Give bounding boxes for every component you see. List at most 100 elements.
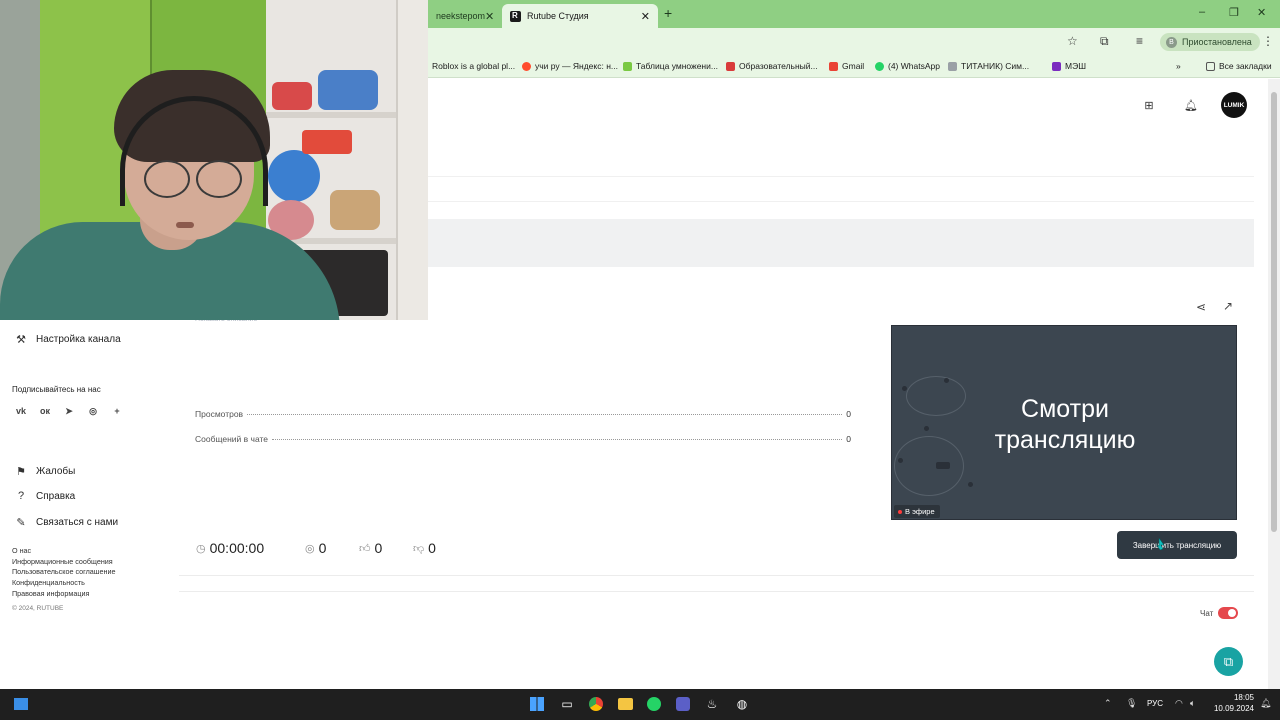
browser-menu-icon[interactable]: ⋮ <box>1262 34 1274 48</box>
microphone-icon[interactable]: 🎙︎ <box>1126 698 1137 709</box>
shelf-board <box>266 112 416 118</box>
system-clock[interactable]: 18:05 10.09.2024 <box>1210 692 1254 714</box>
restore-button[interactable]: ❐ <box>1229 6 1239 19</box>
chat-card <box>179 591 1254 689</box>
file-explorer-icon[interactable] <box>617 696 633 712</box>
all-bookmarks-button[interactable]: Все закладки <box>1206 61 1272 71</box>
stat-label: Сообщений в чате <box>195 434 269 444</box>
wifi-icon[interactable]: ◠ <box>1175 698 1183 709</box>
sidebar-item-label: Жалобы <box>36 466 76 477</box>
profile-chip[interactable]: В Приостановлена <box>1160 33 1260 51</box>
bookmark-education[interactable]: Образовательный... <box>726 61 818 71</box>
media-controls-icon[interactable]: ≡ <box>1136 34 1143 48</box>
new-tab-button[interactable]: + <box>664 5 672 21</box>
scrollbar-thumb[interactable] <box>1271 92 1277 532</box>
obs-icon[interactable]: ◍ <box>734 696 750 712</box>
stream-dislikes: 👎︎ 0 <box>413 540 436 556</box>
dotted-leader <box>272 439 843 440</box>
sidebar-item-complaints[interactable]: ⚑ Жалобы <box>12 465 75 478</box>
toy-box <box>302 130 352 154</box>
edit-icon: ✎ <box>16 517 26 529</box>
end-stream-button[interactable]: Завершить трансляцию <box>1117 531 1237 559</box>
copyright: © 2024, RUTUBE <box>12 605 64 612</box>
tab-label: Rutube Студия <box>527 11 589 21</box>
whatsapp-icon <box>875 61 884 71</box>
input-language[interactable]: РУС <box>1147 699 1163 708</box>
bookmark-star-icon[interactable]: ☆ <box>1067 34 1078 48</box>
teams-icon[interactable] <box>675 696 691 712</box>
decor-dot <box>902 386 907 391</box>
upload-icon[interactable]: ⊞ <box>1139 95 1159 115</box>
folder-icon <box>1206 61 1215 71</box>
footer-link-info[interactable]: Информационные сообщения <box>12 557 113 566</box>
decor-dot <box>944 378 949 383</box>
support-chat-button[interactable]: ⧉ <box>1214 647 1243 676</box>
bookmark-titanic[interactable]: ТИТАНИК) Сим... <box>948 61 1029 71</box>
notifications-icon[interactable]: 🔔︎ <box>1260 698 1271 709</box>
chrome-icon[interactable] <box>588 696 604 712</box>
tab-rutube-studio[interactable]: Rutube Студия ✕ <box>502 4 658 28</box>
stat-chat-messages: Сообщений в чате 0 <box>195 434 851 444</box>
profile-status: Приостановлена <box>1182 37 1252 47</box>
close-tab-icon[interactable]: ✕ <box>641 10 650 23</box>
sidebar-item-help[interactable]: ? Справка <box>12 490 75 502</box>
stat-value: 0 <box>846 409 851 419</box>
footer-link-about[interactable]: О нас <box>12 546 31 555</box>
widgets-icon[interactable] <box>13 696 29 712</box>
toy-robot <box>318 70 378 110</box>
viber-icon[interactable]: ◎ <box>86 406 100 418</box>
thumbs-down-icon: 👎︎ <box>413 542 425 555</box>
chat-toggle[interactable] <box>1218 607 1238 619</box>
stream-likes: 👍︎ 0 <box>359 540 383 556</box>
telegram-icon[interactable]: ➤ <box>62 406 76 418</box>
tab-neekstepom[interactable]: neekstepom ✕ <box>428 4 500 28</box>
whatsapp-icon[interactable] <box>646 696 662 712</box>
viewer-icon: ◎ <box>305 542 315 555</box>
bookmark-uchi[interactable]: учи ру — Яндекс: н... <box>522 61 618 71</box>
odnoklassniki-icon[interactable]: ок <box>38 406 52 418</box>
sidebar-item-label: Справка <box>36 490 76 502</box>
toy-figure <box>272 82 312 110</box>
magic-wand-icon: ⚒ <box>16 334 26 346</box>
stream-preview[interactable]: Смотри трансляцию <box>891 325 1237 520</box>
bookmark-multiplication[interactable]: Таблица умножени... <box>623 61 718 71</box>
glasses-lens <box>196 160 242 198</box>
task-view-icon[interactable]: ▭ <box>559 696 575 712</box>
live-dot-icon <box>898 509 902 514</box>
start-icon[interactable] <box>529 696 545 712</box>
minimize-button[interactable]: – <box>1199 6 1205 18</box>
steam-icon[interactable]: ♨ <box>704 696 720 712</box>
more-socials-icon[interactable]: + <box>110 406 124 418</box>
open-external-icon[interactable]: ↗ <box>1223 299 1233 313</box>
thumbs-up-icon: 👍︎ <box>359 542 371 555</box>
vk-icon[interactable]: vk <box>14 406 28 418</box>
bookmark-whatsapp[interactable]: (4) WhatsApp <box>875 61 940 71</box>
decor-dot <box>898 458 903 463</box>
yandex-icon <box>522 61 531 71</box>
stat-value: 0 <box>846 434 851 444</box>
tab-label: neekstepom <box>436 11 486 21</box>
rutube-favicon-icon <box>510 10 521 22</box>
decor-dot <box>936 462 950 469</box>
profile-initial: В <box>1166 36 1177 48</box>
notifications-bell-icon[interactable]: 🔔︎ <box>1181 95 1201 115</box>
close-window-button[interactable]: ✕ <box>1257 6 1266 19</box>
sidebar-item-contact[interactable]: ✎ Связаться с нами <box>12 516 118 529</box>
footer-link-legal[interactable]: Правовая информация <box>12 589 89 598</box>
bookmark-roblox[interactable]: Roblox is a global pl... <box>432 61 515 71</box>
close-tab-icon[interactable]: ✕ <box>485 10 494 23</box>
bookmark-mesh[interactable]: МЭШ <box>1052 61 1086 71</box>
share-icon[interactable]: ⋖ <box>1196 300 1206 314</box>
footer-link-terms[interactable]: Пользовательское соглашение <box>12 567 116 576</box>
tray-expand-icon[interactable]: ⌃ <box>1104 698 1112 709</box>
education-icon <box>726 61 735 71</box>
bookmarks-overflow-button[interactable]: » <box>1176 61 1181 71</box>
sidebar-item-channel-settings[interactable]: ⚒ Настройка канала <box>12 333 121 346</box>
follow-us-title: Подписывайтесь на нас <box>12 385 101 394</box>
stream-viewers: ◎ 0 <box>305 540 327 556</box>
user-avatar[interactable]: LUMIK <box>1221 92 1247 118</box>
footer-link-privacy[interactable]: Конфиденциальность <box>12 578 85 587</box>
bookmark-gmail[interactable]: Gmail <box>829 61 864 71</box>
extensions-icon[interactable]: ⧉ <box>1100 34 1109 49</box>
volume-icon[interactable]: 🔈︎ <box>1190 698 1195 709</box>
